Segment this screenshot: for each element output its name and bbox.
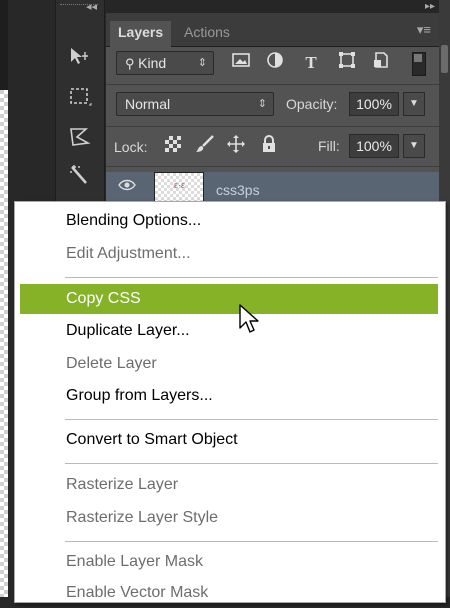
menu-separator	[65, 463, 438, 464]
marquee-tool-icon[interactable]	[66, 86, 94, 110]
updown-icon: ⇕	[197, 57, 207, 69]
menu-item-enable-layer-mask[interactable]: Enable Layer Mask	[20, 547, 438, 577]
divider	[106, 84, 439, 85]
menu-separator	[65, 277, 438, 278]
tab-layers[interactable]: Layers	[110, 21, 172, 47]
menu-item-convert-to-smart-object[interactable]: Convert to Smart Object	[20, 425, 438, 455]
lock-image-pixels-icon[interactable]	[192, 135, 218, 159]
blend-mode-select[interactable]: Normal ⇕	[116, 92, 274, 116]
collapse-toolbar-icon[interactable]: ◂◂	[86, 0, 97, 13]
lasso-tool-icon[interactable]	[66, 125, 94, 149]
filter-kind-label: Kind	[138, 55, 167, 71]
menu-item-rasterize-layer-style[interactable]: Rasterize Layer Style	[20, 503, 438, 533]
move-tool-icon[interactable]	[66, 46, 94, 70]
lock-position-icon[interactable]	[223, 135, 249, 159]
opacity-input[interactable]: 100%	[349, 92, 399, 116]
opacity-dropdown-button[interactable]: ▼	[403, 92, 425, 116]
visibility-eye-icon[interactable]	[118, 178, 136, 194]
menu-item-rasterize-layer[interactable]: Rasterize Layer	[20, 470, 438, 500]
shape-filter-icon[interactable]	[334, 51, 360, 75]
fill-label: Fill:	[318, 138, 340, 154]
magic-wand-tool-icon[interactable]	[66, 163, 94, 187]
menu-item-copy-css[interactable]: Copy CSS	[20, 284, 438, 314]
opacity-label: Opacity:	[286, 96, 338, 112]
fill-dropdown-button[interactable]: ▼	[403, 134, 425, 158]
lock-transparent-pixels-icon[interactable]	[160, 135, 186, 159]
divider	[106, 126, 439, 127]
tab-actions[interactable]: Actions	[176, 21, 238, 47]
scrollbar-thumb[interactable]	[441, 45, 448, 73]
panel-tabs: Layers Actions ▾≡	[106, 13, 439, 47]
menu-separator	[65, 419, 438, 420]
filter-toggle-switch[interactable]	[412, 52, 426, 76]
menu-item-enable-vector-mask[interactable]: Enable Vector Mask	[20, 578, 438, 608]
divider	[106, 166, 439, 167]
type-filter-icon[interactable]: T	[298, 51, 324, 75]
lock-label: Lock:	[114, 139, 148, 155]
collapse-panel-icon[interactable]: ▸▸	[425, 0, 435, 13]
canvas-transparency-strip	[0, 90, 8, 597]
menu-item-delete-layer[interactable]: Delete Layer	[20, 349, 438, 379]
adjustment-filter-icon[interactable]	[262, 51, 288, 75]
layer-context-menu: Blending Options... Edit Adjustment... C…	[14, 201, 446, 603]
smart-object-filter-icon[interactable]	[368, 51, 394, 75]
menu-item-group-from-layers[interactable]: Group from Layers...	[20, 381, 438, 411]
layer-name[interactable]: css3ps	[216, 182, 260, 198]
menu-separator	[65, 541, 438, 542]
panel-menu-icon[interactable]: ▾≡	[417, 22, 431, 38]
search-icon: ⚲	[125, 56, 139, 71]
blend-mode-value: Normal	[125, 96, 171, 112]
menu-item-duplicate-layer[interactable]: Duplicate Layer...	[20, 316, 438, 346]
filter-kind-select[interactable]: ⚲ Kind ⇕	[116, 51, 214, 75]
layer-thumbnail[interactable]: ε·ε	[154, 172, 204, 204]
menu-item-edit-adjustment[interactable]: Edit Adjustment...	[20, 239, 438, 269]
fill-input[interactable]: 100%	[349, 134, 399, 158]
mouse-cursor-icon	[239, 304, 259, 333]
panel-title-bar: ▸▸	[106, 0, 439, 13]
lock-all-icon[interactable]	[256, 135, 282, 159]
menu-item-blending-options[interactable]: Blending Options...	[20, 206, 438, 236]
image-filter-icon[interactable]	[228, 51, 254, 75]
updown-icon: ⇕	[257, 98, 267, 110]
